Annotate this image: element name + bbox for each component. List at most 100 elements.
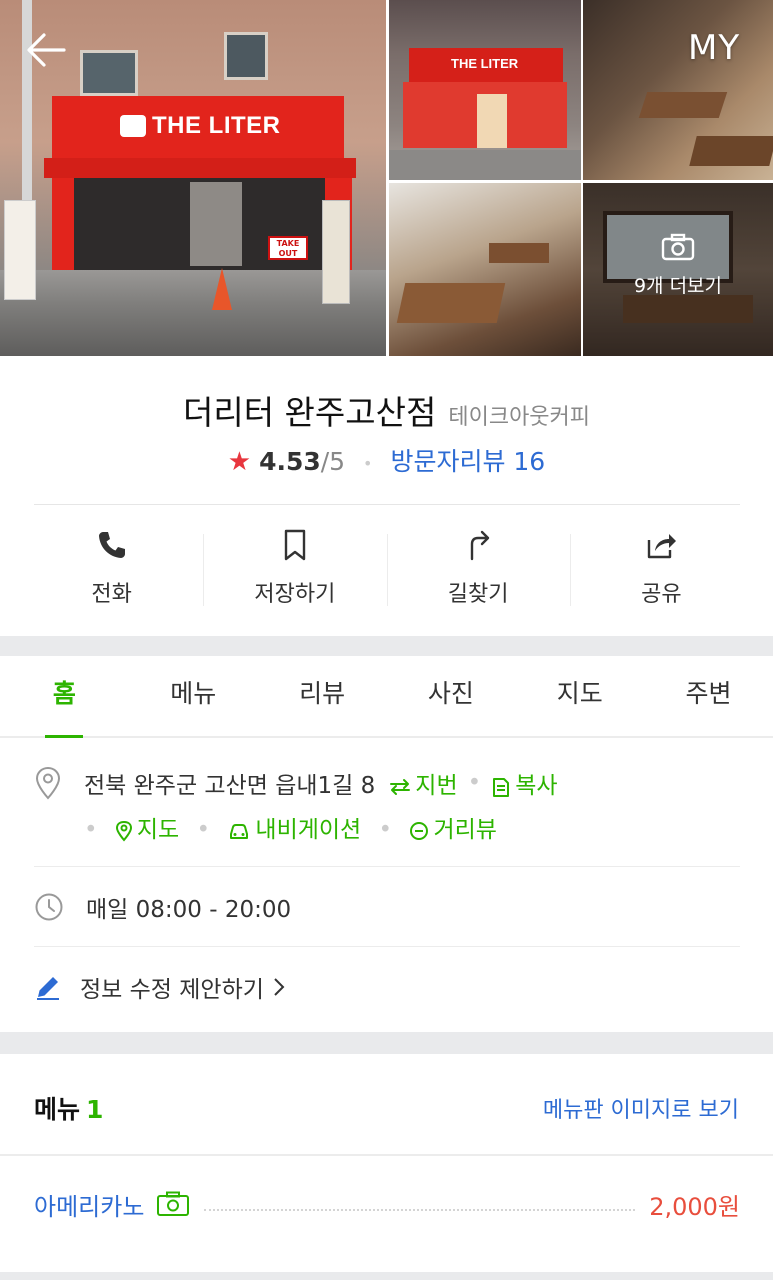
standing-banner <box>4 200 36 300</box>
tab-bar: 홈 메뉴 리뷰 사진 지도 주변 <box>0 656 773 738</box>
takeout-sign: TAKE OUT <box>268 236 308 260</box>
car-icon <box>230 823 249 839</box>
clock-icon <box>35 893 63 921</box>
streetview-link[interactable]: 거리뷰 <box>409 817 497 843</box>
menu-heading-label: 메뉴 <box>34 1095 81 1124</box>
directions-icon <box>470 530 490 561</box>
separator-dot: • <box>196 817 211 843</box>
camera-icon <box>157 1191 190 1216</box>
more-photos-button[interactable]: 9개 더보기 <box>583 183 773 356</box>
separator-dot: • <box>84 817 98 843</box>
store-sign-text: THE LITER <box>152 112 281 139</box>
traffic-cone <box>212 268 232 310</box>
map-pin-icon <box>115 820 132 842</box>
phone-icon <box>98 532 125 558</box>
menu-item[interactable]: 아메리카노 2,000원 <box>34 1184 740 1224</box>
store-sign-text: THE LITER <box>451 56 519 71</box>
rating-row: ★ 4.53/5 • 방문자리뷰 16 <box>0 442 773 478</box>
menu-count: 1 <box>86 1095 104 1124</box>
copy-link[interactable]: 복사 <box>491 766 558 800</box>
tab-nearby[interactable]: 주변 <box>644 656 773 736</box>
interior-photo-2[interactable] <box>389 183 581 356</box>
map-link[interactable]: 지도 <box>115 817 179 843</box>
tab-photo[interactable]: 사진 <box>386 656 515 736</box>
divider <box>34 866 740 867</box>
call-label: 전화 <box>91 582 132 607</box>
separator-dot: • <box>363 453 373 473</box>
store-logo <box>120 115 146 137</box>
title-row: 더리터 완주고산점 테이크아웃커피 <box>0 386 773 434</box>
storefront-photo-2[interactable]: THE LITER <box>389 0 581 180</box>
chevron-right-icon <box>274 978 285 996</box>
bookmark-icon <box>284 529 306 561</box>
photo-gallery: THE LITER TAKE OUT THE LITER 9개 더보기 MY <box>0 0 773 356</box>
separator-dot: • <box>467 770 482 796</box>
my-button[interactable]: MY <box>688 28 740 68</box>
call-button[interactable]: 전화 <box>20 528 203 614</box>
cafe-table <box>489 243 549 263</box>
camera-icon <box>661 233 695 261</box>
interior-photo-1[interactable] <box>583 0 773 180</box>
tab-menu[interactable]: 메뉴 <box>129 656 258 736</box>
star-icon: ★ <box>227 447 252 477</box>
cafe-table <box>638 92 728 118</box>
menu-board-link[interactable]: 메뉴판 이미지로 보기 <box>543 1092 739 1124</box>
menu-heading: 메뉴 1 <box>34 1090 103 1126</box>
directions-button[interactable]: 길찾기 <box>386 528 570 614</box>
hours-text: 매일 08:00 - 20:00 <box>86 897 292 923</box>
leader-dots <box>204 1197 636 1211</box>
navigation-link[interactable]: 내비게이션 <box>227 817 361 843</box>
separator-dot: • <box>378 817 393 843</box>
suggest-edit-link[interactable]: 정보 수정 제안하기 <box>34 970 740 1004</box>
building-window <box>224 32 268 80</box>
streetview-icon <box>410 821 429 840</box>
streetview-label: 거리뷰 <box>433 817 497 843</box>
lot-number-link[interactable]: 지번 <box>389 766 458 800</box>
building-window <box>80 50 138 96</box>
directions-label: 길찾기 <box>447 582 509 607</box>
address-block: 전북 완주군 고산면 읍내1길 8 지번 • 복사 • 지도 • 내비게이션 •… <box>34 766 740 844</box>
place-category: 테이크아웃커피 <box>448 405 591 430</box>
divider <box>0 1154 773 1156</box>
place-summary: 더리터 완주고산점 테이크아웃커피 ★ 4.53/5 • 방문자리뷰 16 전화 … <box>0 356 773 636</box>
copy-label: 복사 <box>515 773 558 799</box>
share-button[interactable]: 공유 <box>569 528 753 614</box>
share-label: 공유 <box>641 582 682 607</box>
tab-map[interactable]: 지도 <box>515 656 644 736</box>
navigation-label: 내비게이션 <box>255 817 362 843</box>
address-actions: • 지도 • 내비게이션 • 거리뷰 <box>34 810 740 844</box>
divider <box>34 946 740 947</box>
place-name: 더리터 완주고산점 <box>182 393 437 432</box>
swap-icon <box>390 778 411 795</box>
lot-number-label: 지번 <box>415 773 458 799</box>
rating-value: 4.53 <box>259 447 321 476</box>
visitor-review-link[interactable]: 방문자리뷰 16 <box>390 447 545 476</box>
cafe-table <box>689 136 773 166</box>
hours-row: 매일 08:00 - 20:00 <box>34 890 740 924</box>
store-awning <box>44 158 356 178</box>
share-icon <box>648 534 677 559</box>
store-door <box>477 94 507 148</box>
map-label: 지도 <box>136 817 180 843</box>
back-arrow-icon[interactable] <box>24 30 68 70</box>
tab-home[interactable]: 홈 <box>0 656 129 738</box>
more-photos-label: 9개 더보기 <box>633 275 723 297</box>
address-text: 전북 완주군 고산면 읍내1길 8 <box>84 773 376 799</box>
road <box>389 150 581 180</box>
save-button[interactable]: 저장하기 <box>203 528 386 614</box>
location-pin-icon <box>35 766 61 800</box>
store-pillar <box>52 178 74 270</box>
cafe-table <box>396 283 506 323</box>
menu-section: 메뉴 1 메뉴판 이미지로 보기 아메리카노 2,000원 <box>0 1054 773 1272</box>
divider <box>34 504 740 505</box>
standing-banner <box>322 200 350 304</box>
detail-section: 홈 메뉴 리뷰 사진 지도 주변 전북 완주군 고산면 읍내1길 8 지번 • … <box>0 656 773 1032</box>
copy-icon <box>493 777 510 797</box>
address-line: 전북 완주군 고산면 읍내1길 8 지번 • 복사 <box>34 766 740 800</box>
menu-item-name: 아메리카노 <box>34 1192 145 1221</box>
menu-item-price: 2,000원 <box>649 1192 740 1221</box>
store-door <box>190 182 242 266</box>
save-label: 저장하기 <box>254 582 336 607</box>
tab-review[interactable]: 리뷰 <box>258 656 387 736</box>
pencil-icon <box>37 977 59 1000</box>
